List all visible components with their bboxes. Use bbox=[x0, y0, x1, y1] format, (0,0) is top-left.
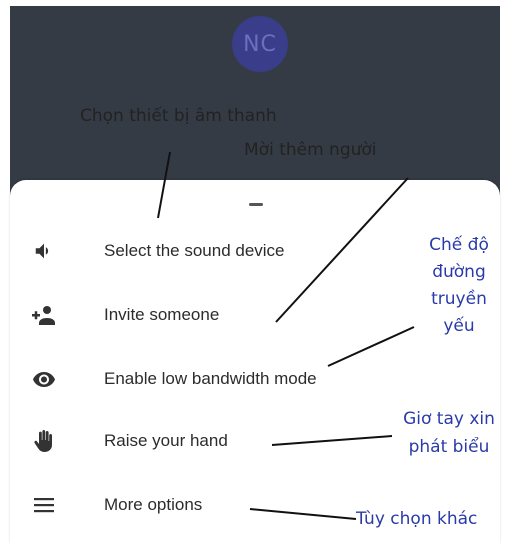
sheet-drag-handle[interactable] bbox=[249, 203, 263, 206]
menu-item-more-options[interactable]: More options bbox=[10, 484, 340, 526]
menu-icon bbox=[30, 484, 58, 526]
annotation-low-bandwidth-line1: Chế độ bbox=[429, 235, 489, 255]
speaker-icon bbox=[30, 230, 58, 272]
add-person-icon bbox=[30, 294, 58, 336]
eye-icon bbox=[30, 358, 58, 400]
menu-item-sound-device[interactable]: Select the sound device bbox=[10, 230, 340, 272]
annotation-low-bandwidth: Chế độ đường truyền yếu bbox=[414, 233, 504, 338]
annotation-raise-hand-line2: phát biểu bbox=[408, 437, 490, 457]
menu-label-sound-device: Select the sound device bbox=[104, 241, 285, 260]
participant-avatar[interactable]: NC bbox=[232, 16, 288, 72]
annotation-sound-device: Chọn thiết bị âm thanh bbox=[80, 106, 277, 126]
annotation-raise-hand: Giơ tay xin phát biểu bbox=[393, 407, 505, 459]
annotation-low-bandwidth-line3: truyền bbox=[431, 289, 487, 309]
menu-label-low-bandwidth: Enable low bandwidth mode bbox=[104, 369, 317, 388]
annotation-low-bandwidth-line2: đường bbox=[432, 262, 486, 282]
avatar-initials: NC bbox=[243, 31, 277, 57]
annotation-raise-hand-line1: Giơ tay xin bbox=[403, 409, 495, 429]
menu-label-raise-hand: Raise your hand bbox=[104, 431, 228, 450]
hand-icon bbox=[30, 420, 58, 462]
annotation-low-bandwidth-line4: yếu bbox=[443, 316, 475, 336]
annotation-invite: Mời thêm người bbox=[244, 140, 377, 160]
menu-item-raise-hand[interactable]: Raise your hand bbox=[10, 420, 340, 462]
menu-label-more-options: More options bbox=[104, 495, 203, 514]
annotation-more-options: Tùy chọn khác bbox=[356, 509, 478, 529]
menu-item-low-bandwidth[interactable]: Enable low bandwidth mode bbox=[10, 358, 340, 400]
menu-item-invite[interactable]: Invite someone bbox=[10, 294, 340, 336]
menu-label-invite: Invite someone bbox=[104, 305, 220, 324]
